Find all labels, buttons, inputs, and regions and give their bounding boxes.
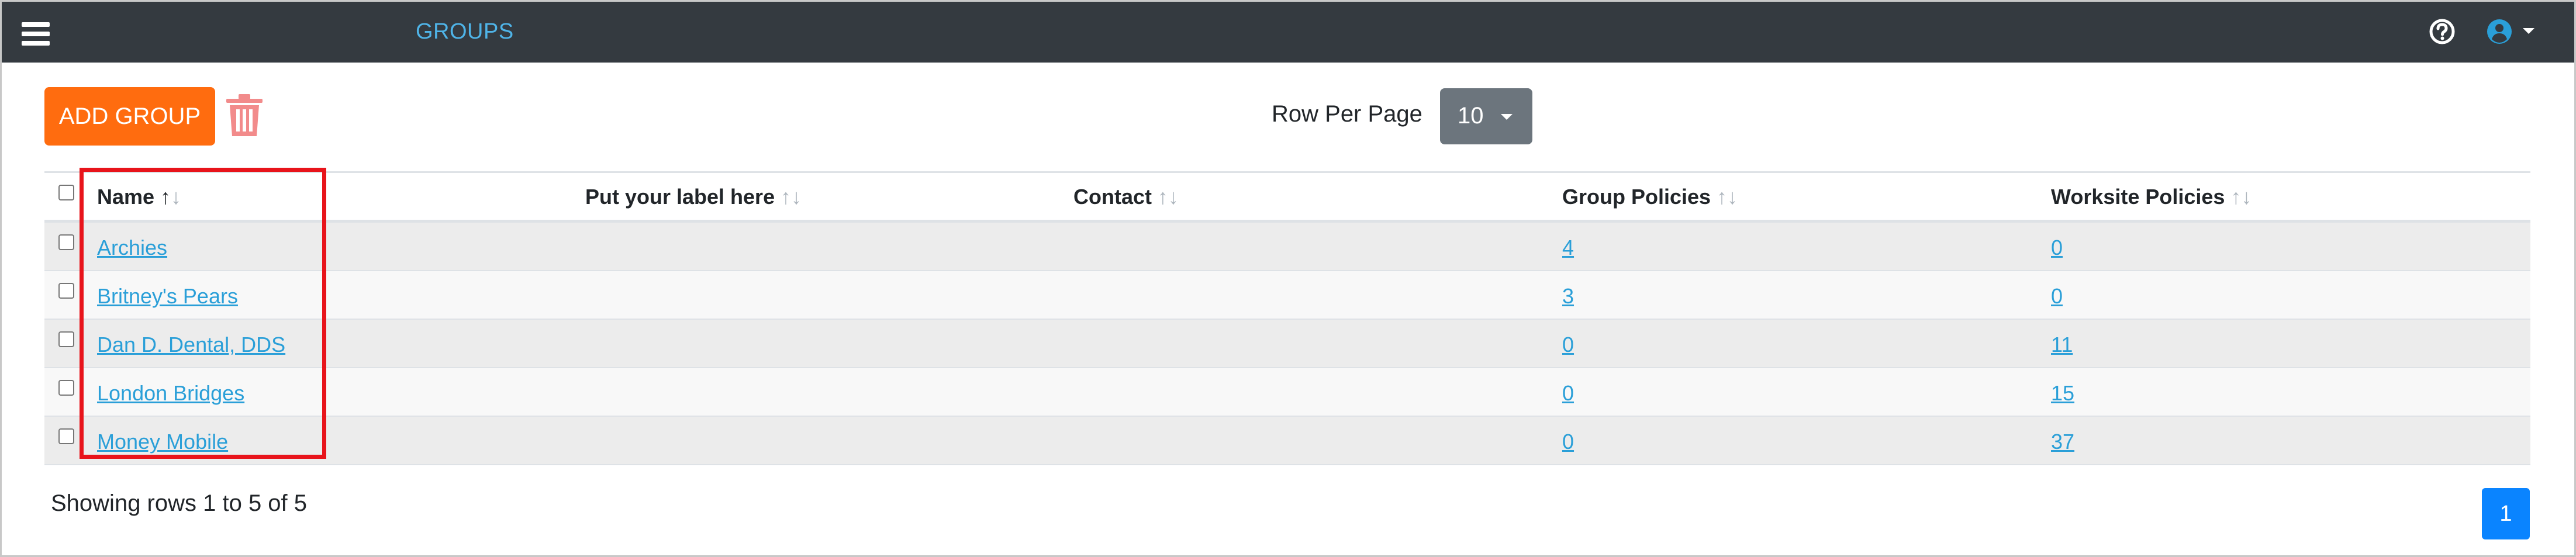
sort-icon[interactable]: ↑↓: [1717, 185, 1738, 209]
page-button-1[interactable]: 1: [2482, 488, 2530, 539]
column-header-contact[interactable]: Contact ↑↓: [1073, 185, 1179, 209]
column-header-group-policies[interactable]: Group Policies ↑↓: [1562, 185, 1738, 209]
group-name-link[interactable]: Money Mobile: [97, 430, 228, 454]
row-checkbox[interactable]: [58, 234, 74, 250]
row-checkbox[interactable]: [58, 283, 74, 299]
group-policies-link[interactable]: 4: [1562, 236, 1574, 260]
group-policies-link[interactable]: 0: [1562, 381, 1574, 406]
worksite-policies-link[interactable]: 37: [2051, 430, 2074, 454]
sort-icon[interactable]: ↑↓: [2230, 185, 2252, 209]
top-navbar: GROUPS: [2, 2, 2574, 63]
row-checkbox[interactable]: [58, 428, 74, 444]
chevron-down-icon: [1501, 114, 1513, 120]
sort-icon[interactable]: ↑↓: [160, 185, 181, 209]
worksite-policies-link[interactable]: 0: [2051, 284, 2063, 309]
group-policies-link[interactable]: 3: [1562, 284, 1574, 309]
worksite-policies-link[interactable]: 11: [2051, 333, 2073, 357]
column-header-worksite-policies[interactable]: Worksite Policies ↑↓: [2051, 185, 2252, 209]
user-menu-dropdown[interactable]: [2485, 18, 2538, 46]
group-name-link[interactable]: Dan D. Dental, DDS: [97, 333, 285, 357]
table-row: London Bridges 0 15: [44, 368, 2530, 417]
rows-per-page-value: 10: [1458, 103, 1484, 129]
column-header-name[interactable]: Name ↑↓: [97, 185, 181, 209]
worksite-policies-link[interactable]: 15: [2051, 381, 2074, 406]
row-checkbox[interactable]: [58, 380, 74, 396]
table-header: Name ↑↓ Put your label here ↑↓ Contact ↑↓ G…: [44, 173, 2530, 223]
trash-icon[interactable]: [226, 94, 263, 136]
table-row: Archies 4 0: [44, 223, 2530, 271]
page-title: GROUPS: [416, 19, 514, 44]
add-group-button[interactable]: ADD GROUP: [44, 87, 215, 146]
group-policies-link[interactable]: 0: [1562, 333, 1574, 357]
hamburger-icon[interactable]: [22, 22, 50, 46]
chevron-down-icon: [2523, 28, 2534, 34]
worksite-policies-link[interactable]: 0: [2051, 236, 2063, 260]
sort-icon[interactable]: ↑↓: [781, 185, 802, 209]
group-name-link[interactable]: Archies: [97, 236, 167, 260]
rows-per-page-label: Row Per Page: [1272, 101, 1422, 127]
group-policies-link[interactable]: 0: [1562, 430, 1574, 454]
table-row: Dan D. Dental, DDS 0 11: [44, 320, 2530, 368]
groups-table: Name ↑↓ Put your label here ↑↓ Contact ↑↓ G…: [44, 171, 2530, 465]
app-frame: GROUPS ADD GROUP Row Per Page 10 Name ↑↓…: [0, 0, 2576, 557]
help-circle-icon[interactable]: [2428, 18, 2456, 46]
group-name-link[interactable]: London Bridges: [97, 381, 244, 406]
rows-per-page-dropdown[interactable]: 10: [1440, 88, 1532, 144]
sort-icon[interactable]: ↑↓: [1158, 185, 1179, 209]
table-row: Britney's Pears 3 0: [44, 271, 2530, 320]
row-checkbox[interactable]: [58, 331, 74, 347]
user-circle-icon: [2487, 19, 2512, 44]
select-all-checkbox[interactable]: [58, 185, 74, 200]
group-name-link[interactable]: Britney's Pears: [97, 284, 238, 309]
table-row: Money Mobile 0 37: [44, 417, 2530, 465]
pagination-summary: Showing rows 1 to 5 of 5: [51, 490, 308, 516]
column-header-label[interactable]: Put your label here ↑↓: [585, 185, 802, 209]
